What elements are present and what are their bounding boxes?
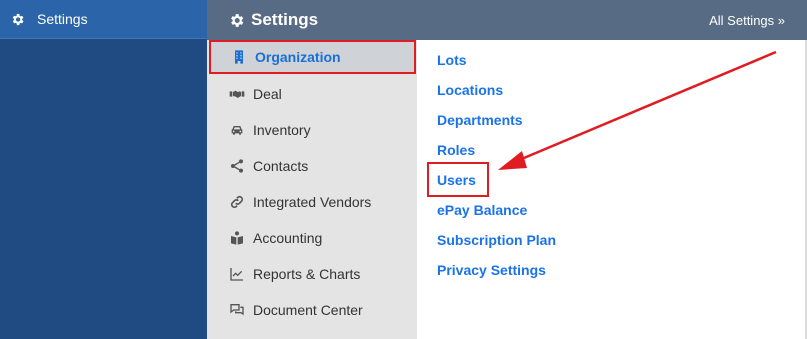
line-chart-icon (230, 268, 243, 281)
all-settings-link[interactable]: All Settings » (709, 13, 785, 28)
gear-icon (12, 13, 24, 25)
category-integrated-vendors[interactable]: Integrated Vendors (207, 187, 417, 217)
category-label: Integrated Vendors (253, 194, 372, 210)
car-icon (231, 126, 243, 135)
handshake-icon (229, 90, 245, 98)
link-lots[interactable]: Lots (437, 52, 467, 68)
settings-category-list: Organization Deal Inventory Contacts Int… (207, 40, 417, 339)
link-locations[interactable]: Locations (437, 82, 503, 98)
category-label: Organization (255, 49, 341, 65)
category-inventory[interactable]: Inventory (207, 115, 417, 145)
page-title-text: Settings (251, 10, 319, 29)
book-reader-icon (231, 231, 243, 245)
settings-header: Settings All Settings » (207, 0, 807, 40)
building-icon (235, 50, 243, 64)
link-icon (230, 195, 244, 209)
category-organization[interactable]: Organization (209, 40, 416, 74)
category-deal[interactable]: Deal (207, 79, 417, 109)
category-reports-charts[interactable]: Reports & Charts (207, 259, 417, 289)
category-label: Inventory (253, 122, 311, 138)
global-sidebar: Settings (0, 0, 207, 339)
category-label: Deal (253, 86, 282, 102)
link-users[interactable]: Users (437, 172, 476, 188)
sidebar-item-label: Settings (37, 11, 88, 27)
settings-page: Settings Settings All Settings » Organiz… (0, 0, 807, 339)
category-label: Document Center (253, 302, 363, 318)
category-label: Accounting (253, 230, 323, 246)
sidebar-item-settings[interactable]: Settings (0, 0, 207, 39)
category-label: Reports & Charts (253, 266, 361, 282)
settings-links-panel: Lots Locations Departments Roles Users e… (417, 40, 807, 339)
gear-icon (231, 13, 244, 27)
comments-icon (230, 304, 244, 316)
link-subscription-plan[interactable]: Subscription Plan (437, 232, 556, 248)
link-privacy-settings[interactable]: Privacy Settings (437, 262, 546, 278)
page-title: Settings (228, 10, 318, 30)
category-label: Contacts (253, 158, 309, 174)
link-epay-balance[interactable]: ePay Balance (437, 202, 527, 218)
share-icon (231, 159, 243, 173)
link-roles[interactable]: Roles (437, 142, 475, 158)
category-document-center[interactable]: Document Center (207, 295, 417, 325)
category-contacts[interactable]: Contacts (207, 151, 417, 181)
link-departments[interactable]: Departments (437, 112, 523, 128)
category-accounting[interactable]: Accounting (207, 223, 417, 253)
